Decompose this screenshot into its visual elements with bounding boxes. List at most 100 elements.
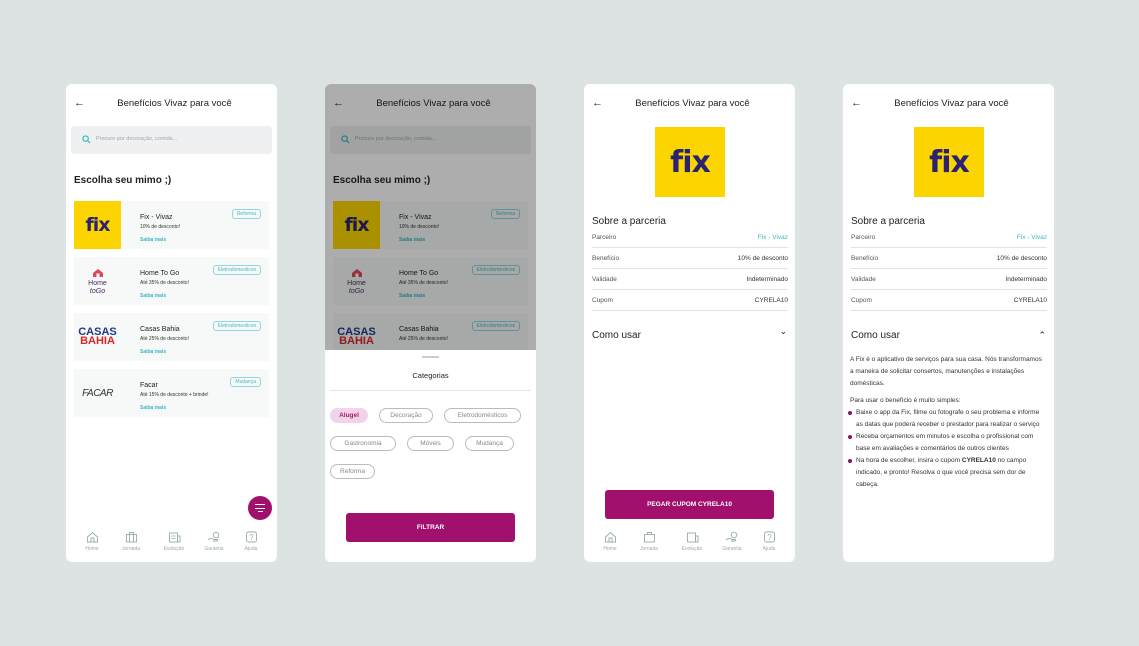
fix-logo: fix <box>914 127 984 197</box>
page-title: Benefícios Vivaz para você <box>894 98 1009 109</box>
partner-link[interactable]: Fix - Vivaz <box>758 234 788 241</box>
hometogo-logo: Home toGo <box>74 257 121 305</box>
modal-overlay[interactable] <box>325 84 536 350</box>
filter-icon <box>255 504 265 506</box>
page-title: Benefícios Vivaz para você <box>117 98 232 109</box>
section-title: Escolha seu mimo ;) <box>74 175 172 186</box>
help-icon: ? <box>245 531 257 543</box>
howto-toggle[interactable]: Como usar <box>851 330 900 341</box>
partner-link[interactable]: Fix - Vivaz <box>1017 234 1047 241</box>
home-icon <box>86 531 98 543</box>
svg-text:?: ? <box>249 533 254 542</box>
hand-coin-icon <box>207 531 220 542</box>
see-more-link[interactable]: Saiba mais <box>140 405 166 411</box>
howto-step-2: Receba orçamentos em minutos e escolha o… <box>848 431 1046 455</box>
see-more-link[interactable]: Saiba mais <box>140 349 166 355</box>
drag-handle[interactable] <box>422 356 439 358</box>
partner-discount: Até 25% de desconto! <box>140 336 189 342</box>
howto-step-1: Baixe o app da Fix, filme ou fotografe o… <box>848 407 1046 431</box>
tab-ajuda[interactable]: ? Ajuda <box>754 530 784 552</box>
chevron-down-icon[interactable]: ⌄ <box>779 326 787 337</box>
svg-text:?: ? <box>767 533 772 542</box>
howto-steps-intro: Para usar o benefício é muito simples: <box>850 397 961 404</box>
partner-name: Facar <box>140 382 158 389</box>
facar-logo: FACAR <box>82 387 113 399</box>
partner-card-casasbahia[interactable]: CASAS BAHIA Casas Bahia Até 25% de descon… <box>74 313 269 361</box>
help-icon: ? <box>763 531 775 543</box>
tab-ajuda[interactable]: ? Ajuda <box>236 530 266 552</box>
howto-intro: A Fix é o aplicativo de serviços para su… <box>850 356 1042 387</box>
partner-discount: Até 35% de desconto! <box>140 280 189 286</box>
tab-evolucao[interactable]: Evolução <box>677 530 707 552</box>
chip-gastronomia[interactable]: Gastronomia <box>330 436 396 451</box>
fix-logo: fix <box>655 127 725 197</box>
detail-row-coupon: Cupom CYRELA10 <box>592 292 788 311</box>
partner-card-facar[interactable]: FACAR Facar Até 15% de desconto + brinde… <box>74 369 269 417</box>
bottom-tab-bar: Home Jornada Evolução Garantia ? Ajuda <box>584 530 795 560</box>
screen-partner-detail: ← Benefícios Vivaz para você fix Sobre a… <box>584 84 795 562</box>
app-header: ← Benefícios Vivaz para você <box>66 97 277 111</box>
casasbahia-logo: CASAS BAHIA <box>78 326 117 347</box>
detail-row-validity: Validade Indeterminado <box>851 271 1047 290</box>
get-coupon-button[interactable]: PEGAR CUPOM CYRELA10 <box>605 490 774 519</box>
page-title: Benefícios Vivaz para você <box>635 98 750 109</box>
hand-coin-icon <box>725 531 738 542</box>
screen-filter: ← Benefícios Vivaz para você Procure por… <box>325 84 536 562</box>
filter-bottom-sheet: Categorias Alugel Decoração Eletrodomést… <box>325 350 536 562</box>
detail-row-benefit: Benefício 10% de desconto <box>851 250 1047 269</box>
detail-row-partner: Parceiro Fix - Vivaz <box>851 229 1047 248</box>
building-icon <box>686 532 698 543</box>
partner-card-fix[interactable]: fix Fix - Vivaz 10% de desconto! Saiba m… <box>74 201 269 249</box>
about-title: Sobre a parceria <box>851 216 925 227</box>
detail-row-coupon: Cupom CYRELA10 <box>851 292 1047 311</box>
partner-name: Fix - Vivaz <box>140 214 173 221</box>
detail-row-validity: Validade Indeterminado <box>592 271 788 290</box>
building-icon <box>168 532 180 543</box>
filter-button[interactable] <box>248 496 272 520</box>
chip-reforma[interactable]: Reforma <box>330 464 375 479</box>
tab-garantia[interactable]: Garantia <box>199 530 229 552</box>
chip-mudanca[interactable]: Mudança <box>465 436 514 451</box>
see-more-link[interactable]: Saiba mais <box>140 293 166 299</box>
briefcase-icon <box>643 532 655 543</box>
see-more-link[interactable]: Saiba mais <box>140 237 166 243</box>
home-icon <box>604 531 616 543</box>
partner-name: Casas Bahia <box>140 326 180 333</box>
category-tag: Reforma <box>231 209 261 219</box>
search-input[interactable]: Procure por decoração, comida... <box>71 126 272 154</box>
about-title: Sobre a parceria <box>592 216 666 227</box>
tab-garantia[interactable]: Garantia <box>717 530 747 552</box>
chip-alugel[interactable]: Alugel <box>330 408 368 423</box>
tab-home[interactable]: Home <box>595 530 625 552</box>
tab-home[interactable]: Home <box>77 530 107 552</box>
fix-logo: fix <box>74 201 121 249</box>
screen-benefits-list: ← Benefícios Vivaz para você Procure por… <box>66 84 277 562</box>
house-icon <box>92 268 103 277</box>
app-header: ← Benefícios Vivaz para você <box>584 97 795 111</box>
howto-toggle[interactable]: Como usar <box>592 330 641 341</box>
sheet-title: Categorias <box>412 371 449 380</box>
chip-eletrodomesticos[interactable]: Eletrodomésticos <box>444 408 521 423</box>
tab-jornada[interactable]: Jornada <box>116 530 146 552</box>
howto-step-3: Na hora de escolher, insira o cupom CYRE… <box>848 455 1046 491</box>
partner-card-hometogo[interactable]: Home toGo Home To Go Até 35% de desconto… <box>74 257 269 305</box>
screen-partner-detail-expanded: ← Benefícios Vivaz para você fix Sobre a… <box>843 84 1054 562</box>
tab-jornada[interactable]: Jornada <box>634 530 664 552</box>
category-tag: Mudança <box>230 377 261 387</box>
tab-evolucao[interactable]: Evolução <box>159 530 189 552</box>
category-tag: Eletrodomesticos <box>212 265 261 275</box>
briefcase-icon <box>125 532 137 543</box>
partner-discount: Até 15% de desconto + brinde! <box>140 392 209 398</box>
app-header: ← Benefícios Vivaz para você <box>843 97 1054 111</box>
partner-name: Home To Go <box>140 270 180 277</box>
detail-row-benefit: Benefício 10% de desconto <box>592 250 788 269</box>
search-placeholder: Procure por decoração, comida... <box>96 136 178 142</box>
chip-moveis[interactable]: Móveis <box>407 436 454 451</box>
howto-content: A Fix é o aplicativo de serviços para su… <box>848 354 1046 491</box>
coupon-code: CYRELA10 <box>961 457 996 464</box>
detail-row-partner: Parceiro Fix - Vivaz <box>592 229 788 248</box>
filter-apply-button[interactable]: FILTRAR <box>346 513 515 542</box>
chip-decoracao[interactable]: Decoração <box>379 408 433 423</box>
chevron-up-icon[interactable]: ⌃ <box>1038 330 1046 341</box>
search-icon <box>82 135 91 144</box>
